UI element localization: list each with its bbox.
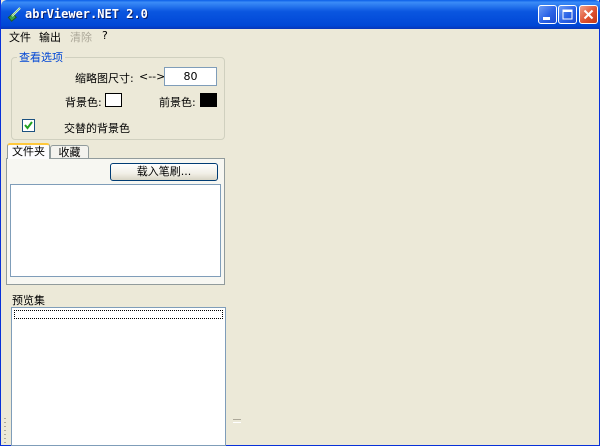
maximize-button[interactable] xyxy=(558,5,577,24)
thumb-size-input[interactable]: 80 xyxy=(164,67,217,86)
menu-help[interactable]: ? xyxy=(102,29,108,42)
menu-file[interactable]: 文件 xyxy=(9,29,31,45)
tab-folder[interactable]: 文件夹 xyxy=(7,143,50,159)
background-color-label: 背景色: xyxy=(65,96,102,109)
brush-app-icon xyxy=(7,7,21,22)
main-window: abrViewer.NET 2.0 文件 输出 清除 ? 查看选项 缩略图尺寸:… xyxy=(0,0,600,446)
alt-bg-label: 交替的背景色 xyxy=(64,122,130,135)
thumb-size-label: 缩略图尺寸: xyxy=(75,72,134,85)
tab-favorites[interactable]: 收藏 xyxy=(50,145,89,159)
window-title: abrViewer.NET 2.0 xyxy=(25,7,148,21)
close-icon xyxy=(583,9,594,20)
load-brushes-button[interactable]: 载入笔刷... xyxy=(110,163,218,181)
view-options-title: 查看选项 xyxy=(17,49,65,65)
foreground-color-label: 前景色: xyxy=(159,96,196,109)
preview-set-list[interactable] xyxy=(11,307,226,446)
foreground-color-swatch[interactable] xyxy=(200,93,217,107)
menu-bar: 文件 输出 清除 ? xyxy=(1,29,599,45)
resize-grip[interactable] xyxy=(4,418,6,444)
splitter-handle[interactable] xyxy=(233,419,241,423)
alt-bg-checkbox[interactable] xyxy=(22,119,35,132)
background-color-swatch[interactable] xyxy=(105,93,122,107)
maximize-icon xyxy=(562,9,573,20)
menu-export[interactable]: 输出 xyxy=(39,29,61,45)
minimize-button[interactable] xyxy=(538,5,557,24)
menu-clear[interactable]: 清除 xyxy=(70,29,92,45)
title-bar[interactable]: abrViewer.NET 2.0 xyxy=(1,0,600,29)
thumb-size-arrow: <--> xyxy=(139,70,166,83)
folder-list[interactable] xyxy=(10,184,221,277)
close-button[interactable] xyxy=(579,5,598,24)
minimize-icon xyxy=(543,17,550,20)
checkmark-icon xyxy=(24,121,33,130)
preview-set-label: 预览集 xyxy=(12,294,45,307)
preview-list-item[interactable] xyxy=(14,310,223,319)
